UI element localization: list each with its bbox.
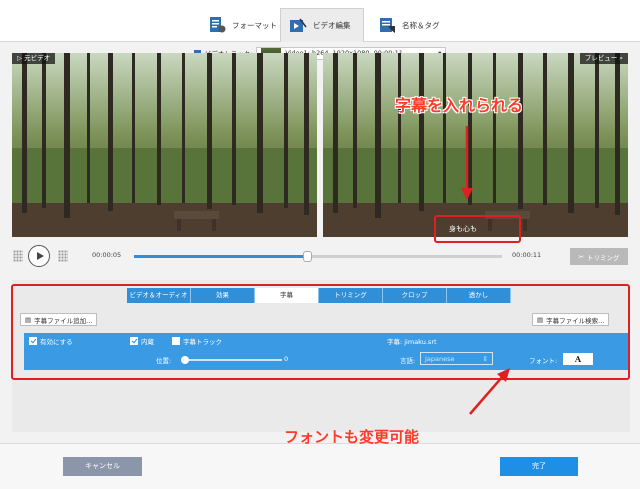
preview-label: プレビュー ⌕ (579, 53, 628, 64)
video-edit-icon (289, 17, 307, 35)
original-video-pane: ▷ 元ビデオ (12, 53, 317, 237)
forest-video-preview-frame (323, 53, 628, 237)
grip-left-icon (13, 250, 23, 262)
annotation-font-callout: フォントも変更可能 (284, 428, 420, 446)
tag-icon (378, 16, 396, 34)
grip-right-icon (58, 250, 68, 262)
current-time: 00:00:05 (92, 251, 122, 259)
tab-format[interactable]: フォーマット (200, 8, 285, 42)
timeline-handle[interactable] (302, 251, 312, 262)
top-tab-bar: フォーマット ビデオ編集 名称＆タグ (0, 0, 640, 42)
timeline-slider[interactable] (134, 251, 502, 262)
original-video-label-text: 元ビデオ (24, 54, 51, 62)
tab-video-edit-label: ビデオ編集 (313, 21, 351, 30)
original-video-label: ▷ 元ビデオ (12, 53, 56, 64)
tab-name-tag[interactable]: 名称＆タグ (370, 8, 448, 42)
trim-button-label: トリミング (586, 253, 620, 262)
format-icon (208, 16, 226, 34)
preview-label-text: プレビュー (584, 54, 618, 62)
subtitle-highlight-box (434, 215, 521, 243)
annotation-subtitle-callout: 字幕を入れられる (395, 96, 524, 115)
play-button[interactable] (28, 245, 50, 267)
video-edit-window: フォーマット ビデオ編集 名称＆タグ ビデオトラック: Video1: h264… (0, 0, 640, 489)
cancel-button[interactable]: キャンセル (63, 457, 142, 476)
tab-name-tag-label: 名称＆タグ (402, 20, 440, 30)
edit-panel-highlight-box (11, 284, 630, 380)
done-button[interactable]: 完了 (500, 457, 578, 476)
tab-format-label: フォーマット (232, 20, 277, 30)
preview-video-pane: プレビュー ⌕ 身も心も (323, 53, 628, 237)
trim-button[interactable]: ✂ トリミング (570, 248, 628, 265)
end-time: 00:00:11 (512, 251, 542, 259)
forest-video-frame (12, 53, 317, 237)
scissors-icon: ✂ (578, 252, 584, 261)
tab-video-edit[interactable]: ビデオ編集 (280, 8, 364, 42)
timeline-progress (134, 255, 307, 258)
